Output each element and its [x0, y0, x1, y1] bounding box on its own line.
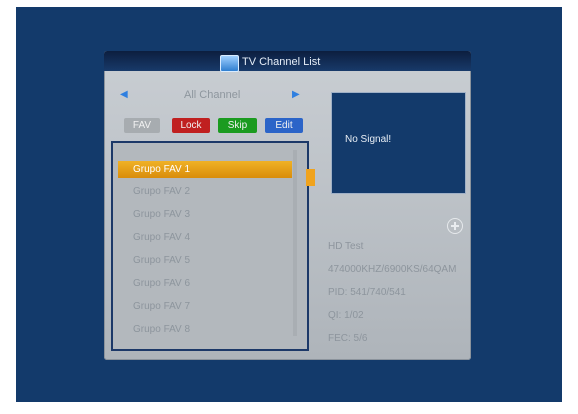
- list-scrollbar[interactable]: [293, 150, 297, 336]
- list-item[interactable]: Grupo FAV 3: [133, 209, 190, 220]
- qi-info: QI: 1/02: [328, 310, 364, 321]
- tab-edit[interactable]: Edit: [265, 118, 303, 133]
- list-item[interactable]: Grupo FAV 6: [133, 278, 190, 289]
- list-item[interactable]: Grupo FAV 2: [133, 186, 190, 197]
- list-item[interactable]: Grupo FAV 8: [133, 324, 190, 335]
- channel-group-selector[interactable]: ◀ All Channel ▶: [112, 87, 322, 105]
- window-title: TV Channel List: [242, 56, 321, 68]
- tv-icon: [220, 55, 239, 72]
- tab-lock[interactable]: Lock: [172, 118, 210, 133]
- fec-info: FEC: 5/6: [328, 333, 368, 344]
- list-item[interactable]: Grupo FAV 7: [133, 301, 190, 312]
- selection-indicator: [306, 169, 315, 186]
- no-signal-message: No Signal!: [345, 134, 392, 145]
- left-arrow-icon[interactable]: ◀: [120, 89, 128, 100]
- pid-info: PID: 541/740/541: [328, 287, 406, 298]
- tab-fav[interactable]: FAV: [124, 118, 160, 133]
- list-item[interactable]: Grupo FAV 1: [118, 161, 292, 178]
- right-arrow-icon[interactable]: ▶: [292, 89, 300, 100]
- plus-icon[interactable]: [447, 218, 463, 234]
- list-item[interactable]: Grupo FAV 5: [133, 255, 190, 266]
- list-item[interactable]: Grupo FAV 4: [133, 232, 190, 243]
- frequency-info: 474000KHZ/6900KS/64QAM: [328, 264, 457, 275]
- tab-skip[interactable]: Skip: [218, 118, 257, 133]
- channel-group-label: All Channel: [184, 89, 241, 101]
- channel-name: HD Test: [328, 241, 364, 252]
